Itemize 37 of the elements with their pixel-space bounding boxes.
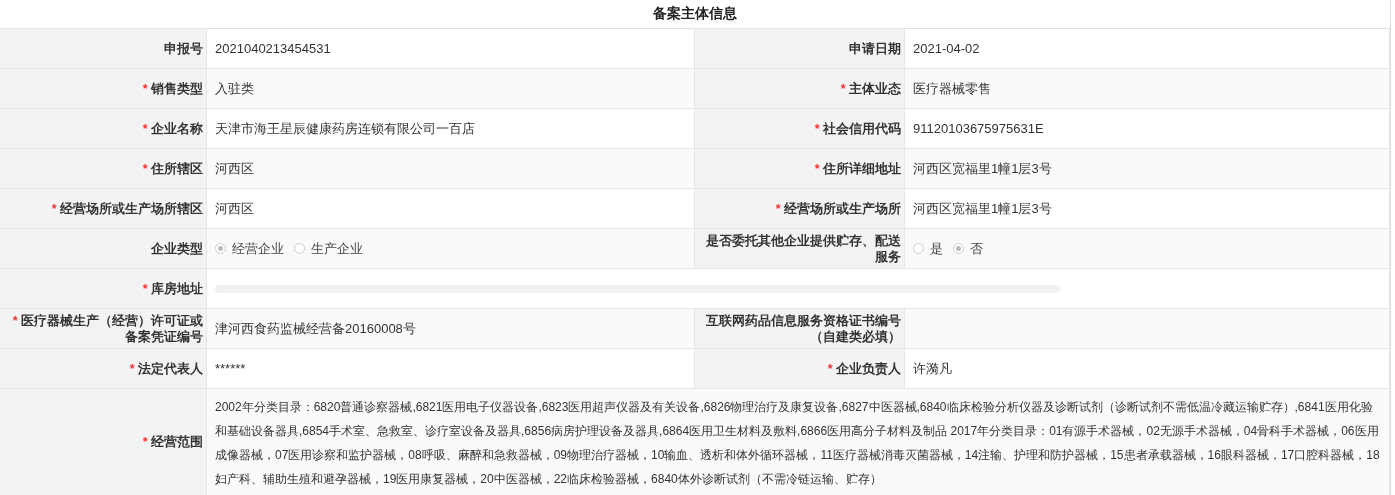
- field-label: 企业类型: [151, 240, 203, 257]
- field-value: 2002年分类目录：6820普通诊察器械,6821医用电子仪器设备,6823医用超声仪器及有关设备,6826物理治疗及康复设备,6827中医器械,6840临床检验分析仪器及诊断试剂（诊断试剂不需低温冷藏运输贮存）,6841医用化验和基础设备器具,6854手术室、急救室、诊疗室设备及器具,6856病房护理设备及器具,6864医用卫生材料及敷料,6866医用高分子材料及制品 2017年分类目录：01有源手术器械，02无源手术器械，04骨科手术器械，06医用成像器械，07医用诊察和监护器械，08呼吸、麻醉和急救器械，09物理治疗器械，10输血、透析和体外循环器械，11医疗器械消毒灭菌器械，14注输、护理和防护器械，15患者承载器械，16眼科器械，17口腔科器械，18妇产科、辅助生殖和避孕器械，19医用康复器械，20中医器械，22临床检验器械，6840体外诊断试剂（不需冷链运输、贮存）: [215, 399, 1381, 488]
- field-label: * 法定代表人: [129, 360, 203, 377]
- field-value: ******: [215, 361, 246, 376]
- section-title: 备案主体信息: [652, 4, 738, 23]
- field-label: * 住所辖区: [142, 160, 203, 177]
- field-value: 医疗器械零售: [913, 79, 991, 98]
- field-value: 津河西食药监械经营备20160008号: [215, 319, 416, 338]
- field-label: * 销售类型: [142, 80, 203, 97]
- field-value: 河西区: [215, 159, 254, 178]
- field-label: * 库房地址: [142, 280, 203, 297]
- field-label: * 住所详细地址: [814, 160, 901, 177]
- radio-option[interactable]: 生产企业: [294, 239, 363, 258]
- field-value: 河西区宽福里1幢1层3号: [913, 159, 1052, 178]
- field-label: * 企业名称: [142, 120, 203, 137]
- field-label: 是否委托其他企业提供贮存、配送服务: [705, 232, 901, 265]
- field-value: 2021040213454531: [215, 41, 331, 56]
- field-label: 申报号: [164, 40, 203, 57]
- field-label: * 医疗器械生产（经营）许可证或备案凭证编号: [11, 312, 203, 345]
- radio-option[interactable]: 经营企业: [215, 239, 284, 258]
- field-value: 天津市海王星辰健康药房连锁有限公司一百店: [215, 119, 475, 138]
- field-label: * 主体业态: [840, 80, 901, 97]
- field-label: * 社会信用代码: [814, 120, 901, 137]
- field-value: 2021-04-02: [913, 41, 980, 56]
- radio-option[interactable]: 是: [913, 239, 943, 258]
- field-label: * 经营场所或生产场所辖区: [51, 200, 203, 217]
- field-label: * 经营场所或生产场所: [775, 200, 901, 217]
- field-value: 91120103675975631E: [913, 121, 1044, 136]
- field-label: 申请日期: [849, 40, 901, 57]
- field-value: 河西区宽福里1幢1层3号: [913, 199, 1052, 218]
- field-label: * 经营范围: [142, 434, 203, 450]
- field-value: 入驻类: [215, 79, 254, 98]
- field-label: * 企业负责人: [827, 360, 901, 377]
- field-value: 河西区: [215, 199, 254, 218]
- radio-option[interactable]: 否: [953, 239, 983, 258]
- field-value: 许漪凡: [913, 359, 952, 378]
- field-label: 互联网药品信息服务资格证书编号（自建类必填）: [705, 312, 901, 345]
